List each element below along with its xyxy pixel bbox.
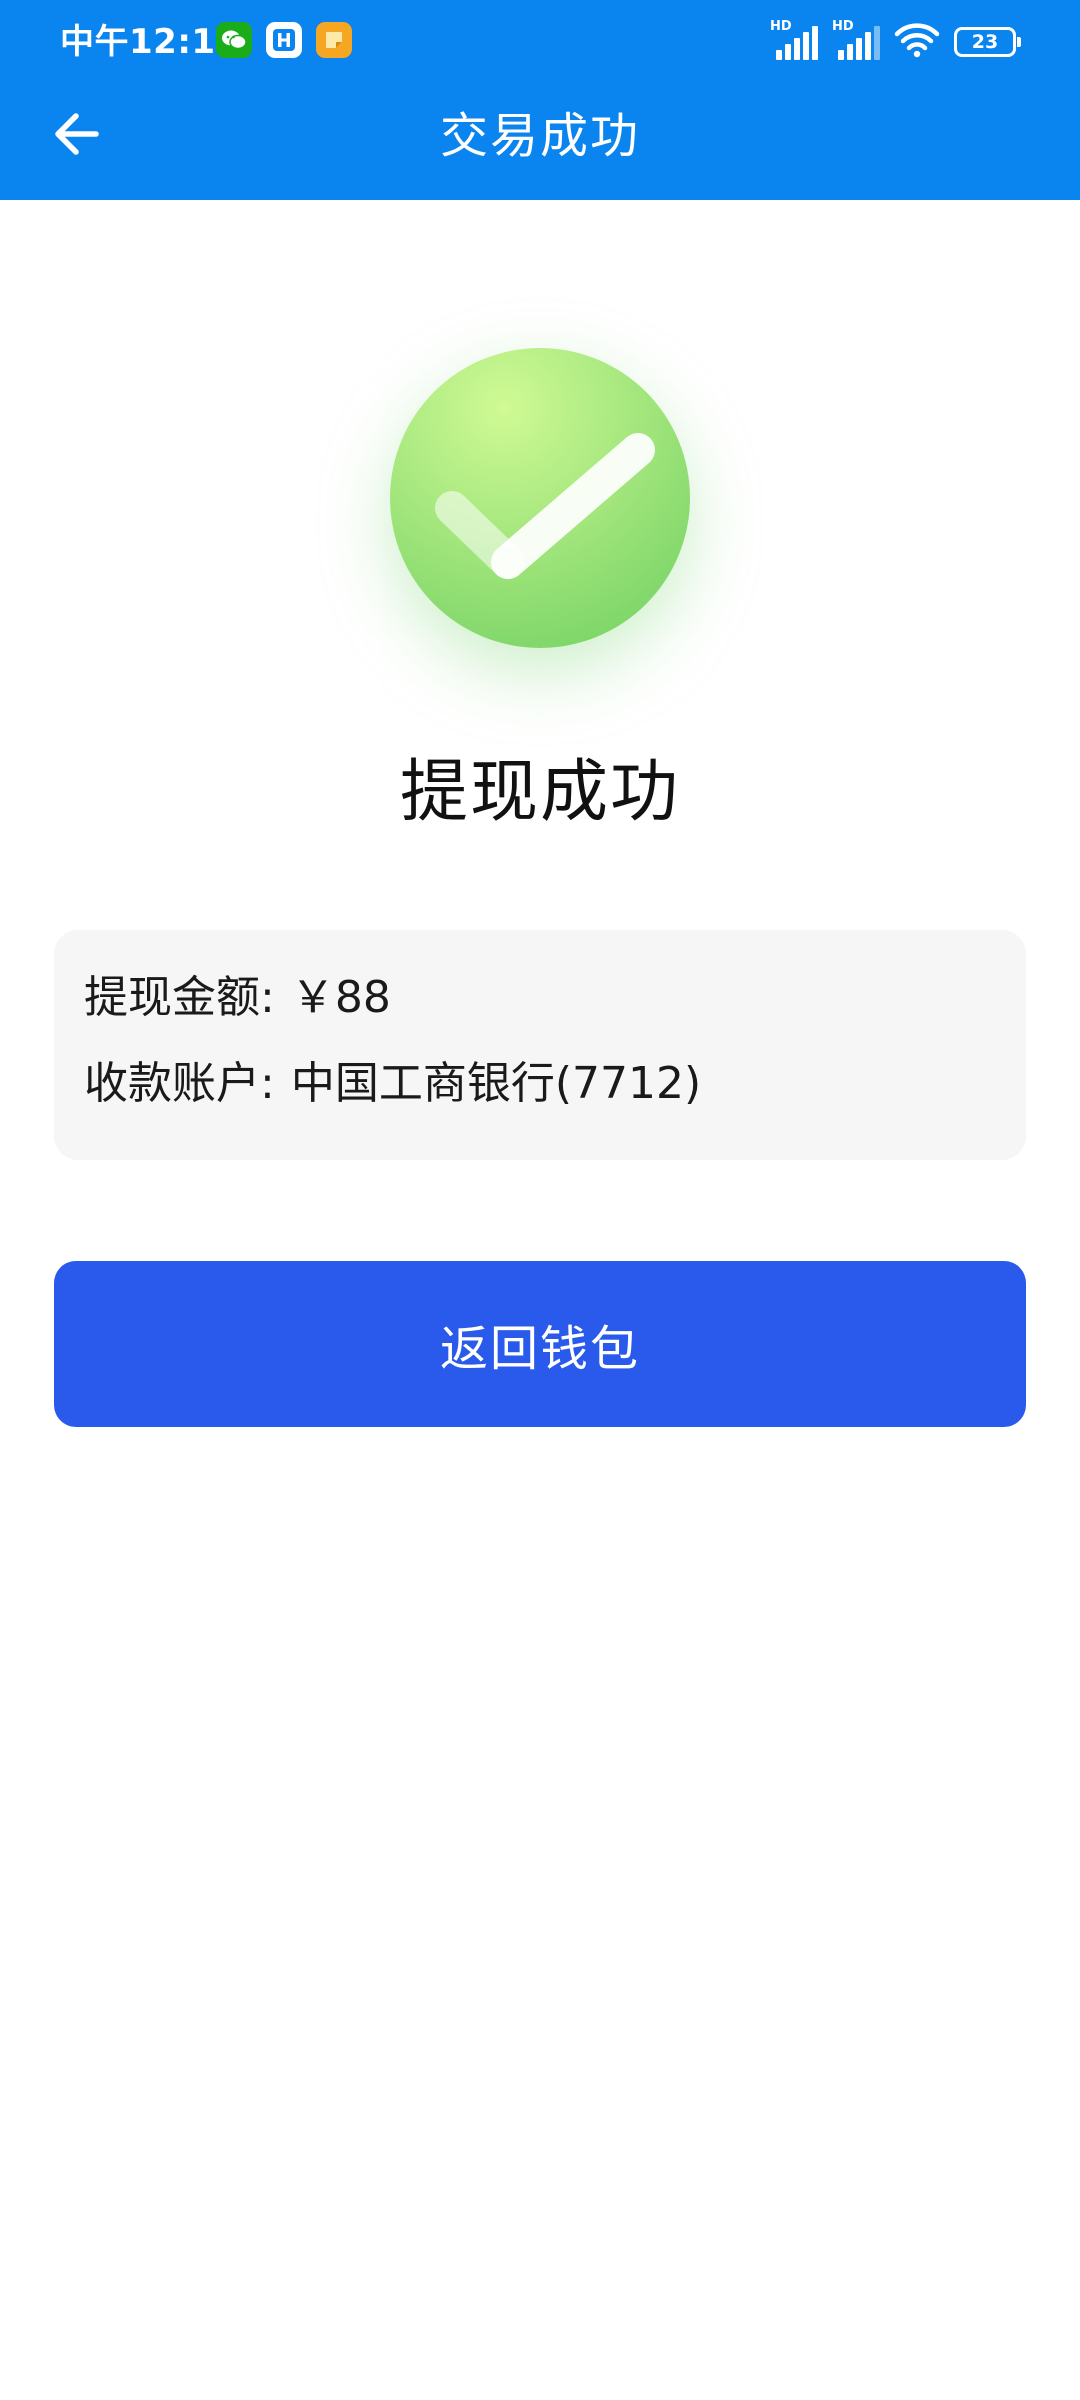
- result-title: 提现成功: [399, 753, 680, 832]
- amount-row: 提现金额: ￥88: [84, 968, 996, 1028]
- signal-icon: HD: [832, 20, 880, 60]
- check-circle-icon: [390, 348, 690, 648]
- wechat-icon: [216, 22, 252, 58]
- amount-value: ￥88: [290, 972, 391, 1023]
- battery-icon: 23: [954, 27, 1021, 57]
- account-label: 收款账户:: [84, 1058, 275, 1109]
- h-app-icon: [266, 22, 302, 58]
- withdrawal-details-card: 提现金额: ￥88 收款账户: 中国工商银行(7712): [54, 930, 1026, 1160]
- status-bar: 中午12:18 HD HD 23: [0, 0, 1080, 84]
- amount-label: 提现金额:: [84, 972, 275, 1023]
- status-app-icons: [216, 22, 352, 58]
- notes-icon: [316, 22, 352, 58]
- account-row: 收款账户: 中国工商银行(7712): [84, 1054, 996, 1114]
- page-title: 交易成功: [439, 108, 640, 164]
- status-indicators: HD HD 23: [770, 20, 1021, 62]
- signal-icon: HD: [770, 20, 818, 60]
- account-value: 中国工商银行(7712): [290, 1058, 702, 1109]
- return-wallet-button[interactable]: 返回钱包: [54, 1261, 1026, 1427]
- top-bar: 中午12:18 HD HD 23 交易成功: [0, 0, 1080, 200]
- wifi-icon: [894, 22, 940, 62]
- status-time: 中午12:18: [60, 22, 240, 62]
- battery-level: 23: [971, 31, 999, 53]
